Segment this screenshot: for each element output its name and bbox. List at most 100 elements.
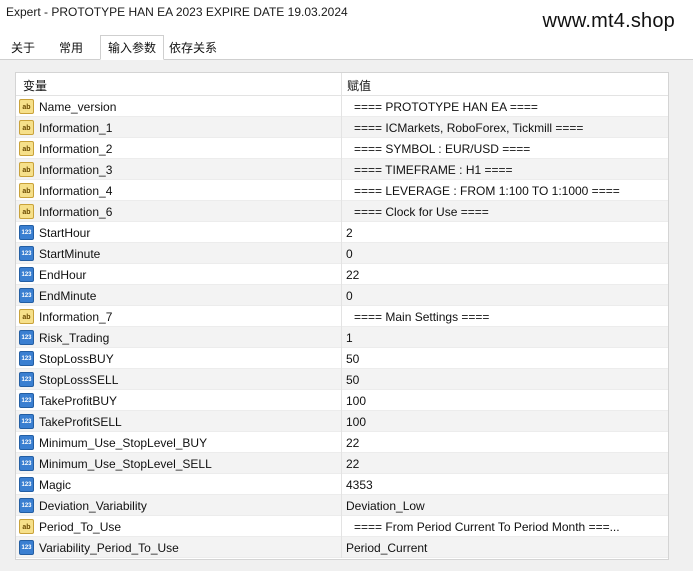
parameter-value[interactable]: ==== Clock for Use ====: [354, 205, 672, 219]
number-type-icon: 123: [19, 225, 34, 240]
table-row[interactable]: ab Information_6 ==== Clock for Use ====: [16, 201, 668, 222]
string-type-icon: ab: [19, 120, 34, 135]
column-divider: [341, 117, 342, 138]
table-row[interactable]: 123 Risk_Trading 1: [16, 327, 668, 348]
number-type-icon: 123: [19, 372, 34, 387]
tab-about[interactable]: 关于: [4, 36, 42, 60]
parameter-name: EndHour: [39, 268, 87, 282]
parameter-name: Information_7: [39, 310, 113, 324]
column-divider: [341, 180, 342, 201]
parameter-value[interactable]: ==== From Period Current To Period Month…: [354, 520, 672, 534]
column-divider: [341, 411, 342, 432]
parameter-value[interactable]: 0: [346, 247, 664, 261]
tab-dependencies[interactable]: 依存关系: [164, 36, 222, 60]
table-row[interactable]: ab Period_To_Use ==== From Period Current …: [16, 516, 668, 537]
parameter-value[interactable]: 0: [346, 289, 664, 303]
column-divider: [341, 537, 342, 558]
header-variable[interactable]: 变量: [23, 77, 47, 94]
column-divider: [341, 474, 342, 495]
table-row[interactable]: 123 TakeProfitSELL 100: [16, 411, 668, 432]
table-row[interactable]: ab Information_4 ==== LEVERAGE : FROM 1:10…: [16, 180, 668, 201]
parameter-value[interactable]: 22: [346, 436, 664, 450]
table-row[interactable]: 123 StartMinute 0: [16, 243, 668, 264]
table-row[interactable]: ab Name_version ==== PROTOTYPE HAN EA ====: [16, 96, 668, 117]
tab-inputs[interactable]: 输入参数: [100, 35, 164, 60]
parameters-grid: 变量 赋值 ab Name_version ==== PROTOTYPE HAN E…: [15, 72, 669, 560]
number-type-icon: 123: [19, 393, 34, 408]
table-row[interactable]: 123 TakeProfitBUY 100: [16, 390, 668, 411]
parameter-name: Name_version: [39, 100, 117, 114]
table-row[interactable]: 123 Deviation_Variability Deviation_Low: [16, 495, 668, 516]
parameter-name: Minimum_Use_StopLevel_BUY: [39, 436, 208, 450]
column-divider: [341, 348, 342, 369]
tab-common[interactable]: 常用: [50, 36, 92, 60]
parameter-value[interactable]: 50: [346, 373, 664, 387]
parameter-name: Information_2: [39, 142, 113, 156]
parameter-name: Information_1: [39, 121, 113, 135]
column-divider: [341, 306, 342, 327]
parameter-value[interactable]: 100: [346, 394, 664, 408]
number-type-icon: 123: [19, 351, 34, 366]
grid-header: 变量 赋值: [16, 73, 668, 96]
header-divider[interactable]: [341, 73, 342, 96]
number-type-icon: 123: [19, 540, 34, 555]
column-divider: [341, 327, 342, 348]
string-type-icon: ab: [19, 99, 34, 114]
table-row[interactable]: 123 Minimum_Use_StopLevel_BUY 22: [16, 432, 668, 453]
column-divider: [341, 495, 342, 516]
header-value[interactable]: 赋值: [347, 77, 371, 94]
parameter-name: Period_To_Use: [39, 520, 122, 534]
column-divider: [341, 222, 342, 243]
table-row[interactable]: ab Information_2 ==== SYMBOL : EUR/USD ===…: [16, 138, 668, 159]
column-divider: [341, 453, 342, 474]
table-row[interactable]: 123 StartHour 2: [16, 222, 668, 243]
table-row[interactable]: 123 StopLossSELL 50: [16, 369, 668, 390]
parameter-rows: ab Name_version ==== PROTOTYPE HAN EA ====…: [16, 96, 668, 558]
table-row[interactable]: ab Information_1 ==== ICMarkets, RoboForex…: [16, 117, 668, 138]
table-row[interactable]: 123 StopLossBUY 50: [16, 348, 668, 369]
parameter-name: Information_4: [39, 184, 113, 198]
parameter-value[interactable]: ==== SYMBOL : EUR/USD ====: [354, 142, 672, 156]
parameter-value[interactable]: ==== LEVERAGE : FROM 1:100 TO 1:1000 ===…: [354, 184, 672, 198]
string-type-icon: ab: [19, 309, 34, 324]
parameter-value[interactable]: 2: [346, 226, 664, 240]
table-row[interactable]: 123 Minimum_Use_StopLevel_SELL 22: [16, 453, 668, 474]
parameter-name: Minimum_Use_StopLevel_SELL: [39, 457, 212, 471]
column-divider: [341, 264, 342, 285]
parameter-name: Magic: [39, 478, 72, 492]
column-divider: [341, 159, 342, 180]
parameter-value[interactable]: ==== PROTOTYPE HAN EA ====: [354, 100, 672, 114]
parameter-name: StartHour: [39, 226, 91, 240]
parameter-value[interactable]: 100: [346, 415, 664, 429]
column-divider: [341, 369, 342, 390]
table-row[interactable]: ab Information_7 ==== Main Settings ====: [16, 306, 668, 327]
table-row[interactable]: 123 Variability_Period_To_Use Period_Curre…: [16, 537, 668, 558]
table-row[interactable]: ab Information_3 ==== TIMEFRAME : H1 ====: [16, 159, 668, 180]
parameter-value[interactable]: ==== Main Settings ====: [354, 310, 672, 324]
parameter-value[interactable]: 1: [346, 331, 664, 345]
parameter-value[interactable]: 22: [346, 268, 664, 282]
number-type-icon: 123: [19, 267, 34, 282]
parameter-value[interactable]: 50: [346, 352, 664, 366]
table-row[interactable]: 123 Magic 4353: [16, 474, 668, 495]
table-row[interactable]: 123 EndHour 22: [16, 264, 668, 285]
parameter-value[interactable]: Deviation_Low: [346, 499, 664, 513]
parameter-value[interactable]: 4353: [346, 478, 664, 492]
parameter-name: TakeProfitSELL: [39, 415, 122, 429]
parameter-value[interactable]: Period_Current: [346, 541, 664, 555]
column-divider: [341, 390, 342, 411]
number-type-icon: 123: [19, 330, 34, 345]
parameter-value[interactable]: 22: [346, 457, 664, 471]
parameter-name: EndMinute: [39, 289, 97, 303]
table-row[interactable]: 123 EndMinute 0: [16, 285, 668, 306]
parameter-name: StopLossBUY: [39, 352, 114, 366]
number-type-icon: 123: [19, 435, 34, 450]
parameter-value[interactable]: ==== ICMarkets, RoboForex, Tickmill ====: [354, 121, 672, 135]
number-type-icon: 123: [19, 288, 34, 303]
column-divider: [341, 243, 342, 264]
string-type-icon: ab: [19, 162, 34, 177]
parameter-value[interactable]: ==== TIMEFRAME : H1 ====: [354, 163, 672, 177]
column-divider: [341, 138, 342, 159]
string-type-icon: ab: [19, 141, 34, 156]
number-type-icon: 123: [19, 456, 34, 471]
